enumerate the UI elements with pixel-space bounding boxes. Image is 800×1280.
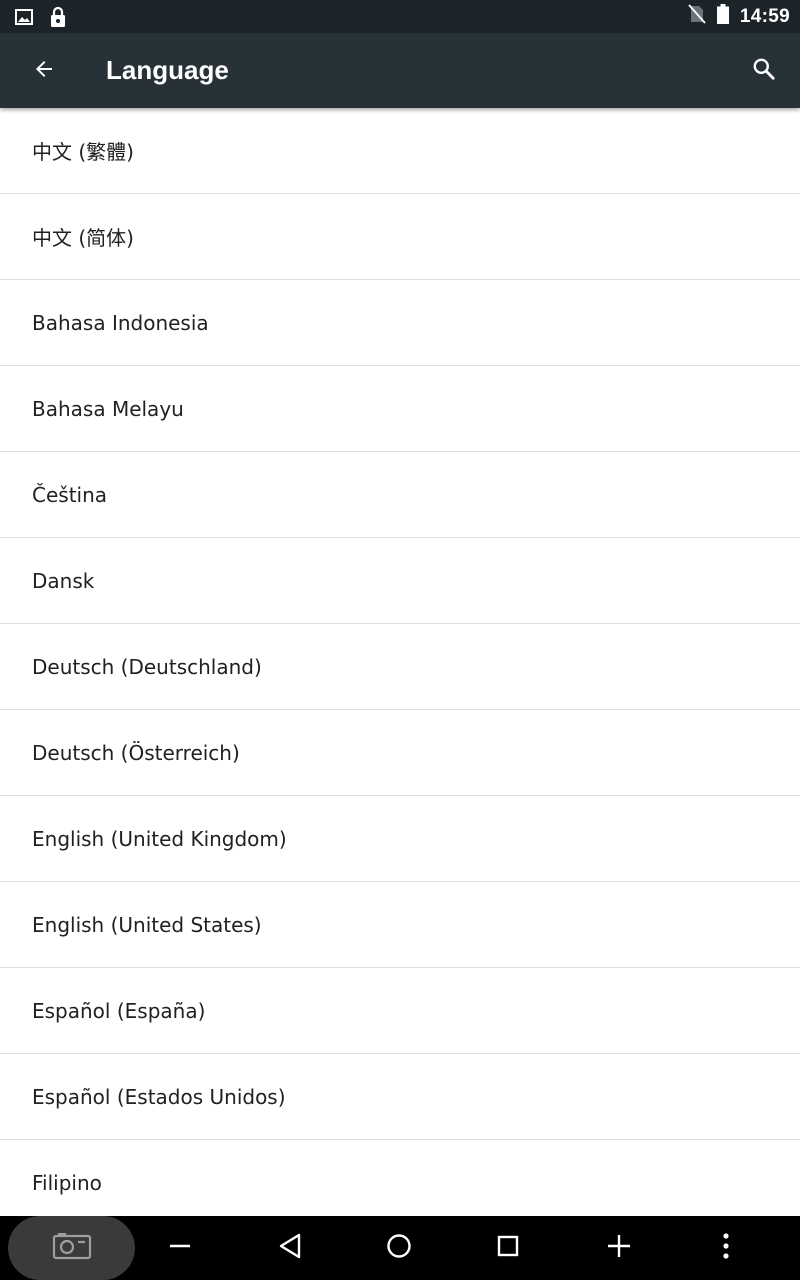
- language-label: English (United Kingdom): [32, 826, 287, 851]
- language-item-es-us[interactable]: Español (Estados Unidos): [0, 1054, 800, 1140]
- arrow-back-icon: [32, 57, 56, 86]
- language-item-en-us[interactable]: English (United States): [0, 882, 800, 968]
- language-label: Bahasa Indonesia: [32, 310, 209, 335]
- nav-back-button[interactable]: [268, 1216, 312, 1280]
- language-item-es-es[interactable]: Español (España): [0, 968, 800, 1054]
- no-sim-icon: [688, 4, 706, 29]
- more-options-button[interactable]: [706, 1216, 746, 1280]
- language-item-ms[interactable]: Bahasa Melayu: [0, 366, 800, 452]
- language-item-en-gb[interactable]: English (United Kingdom): [0, 796, 800, 882]
- language-item-zh-cn[interactable]: 中文 (简体): [0, 194, 800, 280]
- language-label: 中文 (繁體): [32, 140, 134, 164]
- volume-up-button[interactable]: [597, 1216, 641, 1280]
- status-bar: 14:59: [0, 0, 800, 33]
- image-icon: [14, 7, 34, 32]
- nav-home-button[interactable]: [377, 1216, 421, 1280]
- language-item-cs[interactable]: Čeština: [0, 452, 800, 538]
- language-item-id[interactable]: Bahasa Indonesia: [0, 280, 800, 366]
- back-button[interactable]: [22, 49, 66, 93]
- language-item-zh-tw[interactable]: 中文 (繁體): [0, 108, 800, 194]
- back-triangle-icon: [277, 1232, 303, 1265]
- language-label: English (United States): [32, 912, 262, 937]
- status-right: 14:59: [688, 0, 790, 33]
- volume-up-icon: [606, 1233, 632, 1264]
- screenshot-button[interactable]: [8, 1216, 135, 1280]
- navigation-bar: [0, 1216, 800, 1280]
- home-circle-icon: [386, 1233, 412, 1264]
- search-icon: [751, 56, 777, 87]
- language-item-da[interactable]: Dansk: [0, 538, 800, 624]
- language-label: Dansk: [32, 568, 95, 593]
- more-vert-icon: [721, 1232, 731, 1265]
- page-title: Language: [106, 55, 229, 85]
- language-label: Deutsch (Österreich): [32, 740, 240, 765]
- status-time: 14:59: [739, 5, 790, 27]
- language-item-fil[interactable]: Filipino: [0, 1140, 800, 1216]
- volume-down-icon: [168, 1234, 192, 1263]
- language-label: Čeština: [32, 482, 108, 507]
- screenshot-icon: [52, 1232, 92, 1265]
- app-bar: Language: [0, 33, 800, 108]
- language-list: 中文 (繁體) 中文 (简体) Bahasa Indonesia Bahasa …: [0, 108, 800, 1216]
- language-item-de-at[interactable]: Deutsch (Österreich): [0, 710, 800, 796]
- language-label: Filipino: [32, 1170, 102, 1195]
- language-label: Bahasa Melayu: [32, 396, 184, 421]
- language-label: Español (Estados Unidos): [32, 1084, 286, 1109]
- search-button[interactable]: [742, 49, 786, 93]
- volume-down-button[interactable]: [160, 1216, 200, 1280]
- recents-square-icon: [496, 1234, 520, 1263]
- language-item-de-de[interactable]: Deutsch (Deutschland): [0, 624, 800, 710]
- language-label: Español (España): [32, 998, 206, 1023]
- language-label: Deutsch (Deutschland): [32, 654, 262, 679]
- nav-recents-button[interactable]: [486, 1216, 530, 1280]
- lock-icon: [48, 6, 68, 33]
- battery-icon: [716, 3, 730, 30]
- status-left-icons: [14, 6, 68, 33]
- language-label: 中文 (简体): [32, 226, 134, 250]
